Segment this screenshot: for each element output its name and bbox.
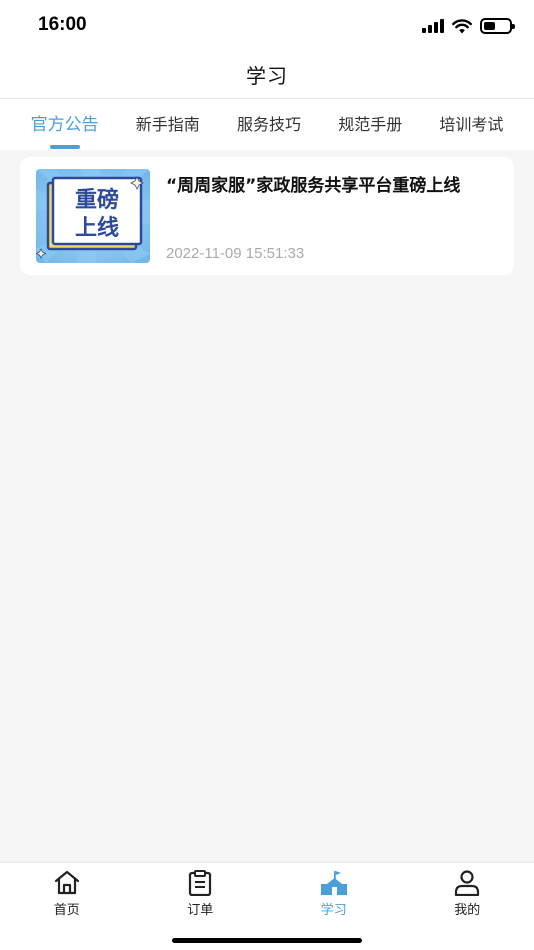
home-icon <box>52 869 82 897</box>
nav-orders[interactable]: 订单 <box>134 863 268 921</box>
home-indicator <box>172 938 362 943</box>
battery-icon <box>480 18 515 34</box>
category-tabs: 官方公告 新手指南 服务技巧 规范手册 培训考试 <box>0 98 534 150</box>
status-icons <box>422 16 515 36</box>
nav-label: 学习 <box>320 903 347 918</box>
tab-official-announcements[interactable]: 官方公告 <box>12 99 117 151</box>
announcement-thumbnail-image: 重磅 上线 <box>36 169 150 263</box>
status-bar: 16:00 <box>0 0 534 50</box>
battery-fill <box>484 22 495 30</box>
tab-label: 规范手册 <box>338 114 403 134</box>
nav-label: 首页 <box>53 903 80 918</box>
announcement-list: 重磅 上线 “周周家服”家政服务共享平台重磅上线 2022-11-09 15:5… <box>0 150 534 862</box>
tab-label: 官方公告 <box>30 114 99 135</box>
nav-home[interactable]: 首页 <box>0 863 134 921</box>
tab-label: 服务技巧 <box>236 114 301 134</box>
cellular-signal-icon <box>422 19 444 33</box>
nav-label: 订单 <box>187 903 214 918</box>
status-time: 16:00 <box>38 14 87 35</box>
wifi-icon <box>452 18 472 33</box>
clipboard-icon <box>185 869 215 897</box>
bottom-navigation: 首页 订单 学习 我的 <box>0 862 534 950</box>
thumbnail-text-line2: 上线 <box>75 215 119 241</box>
thumbnail-text-line1: 重磅 <box>75 187 119 213</box>
announcement-thumbnail: 重磅 上线 <box>36 169 150 263</box>
user-icon <box>452 869 482 897</box>
header: 学习 <box>0 50 534 98</box>
nav-learning[interactable]: 学习 <box>267 863 401 921</box>
tab-training-exam[interactable]: 培训考试 <box>421 99 522 151</box>
active-tab-indicator <box>49 144 80 149</box>
tab-label: 培训考试 <box>439 114 504 134</box>
tab-label: 新手指南 <box>135 114 200 134</box>
announcement-title: “周周家服”家政服务共享平台重磅上线 <box>166 176 461 196</box>
nav-label: 我的 <box>454 903 481 918</box>
announcement-date: 2022-11-09 15:51:33 <box>166 245 305 262</box>
announcement-card[interactable]: 重磅 上线 “周周家服”家政服务共享平台重磅上线 2022-11-09 15:5… <box>20 157 514 275</box>
school-icon <box>319 869 349 897</box>
tab-beginner-guide[interactable]: 新手指南 <box>117 99 218 151</box>
tab-standards-handbook[interactable]: 规范手册 <box>320 99 421 151</box>
nav-profile[interactable]: 我的 <box>401 863 534 921</box>
tab-service-skills[interactable]: 服务技巧 <box>218 99 319 151</box>
page-title: 学习 <box>246 63 288 88</box>
learning-screen: 16:00 学习 官方公告 新手指南 服务技巧 规范手册 培训考试 重磅 上线 … <box>0 0 534 950</box>
